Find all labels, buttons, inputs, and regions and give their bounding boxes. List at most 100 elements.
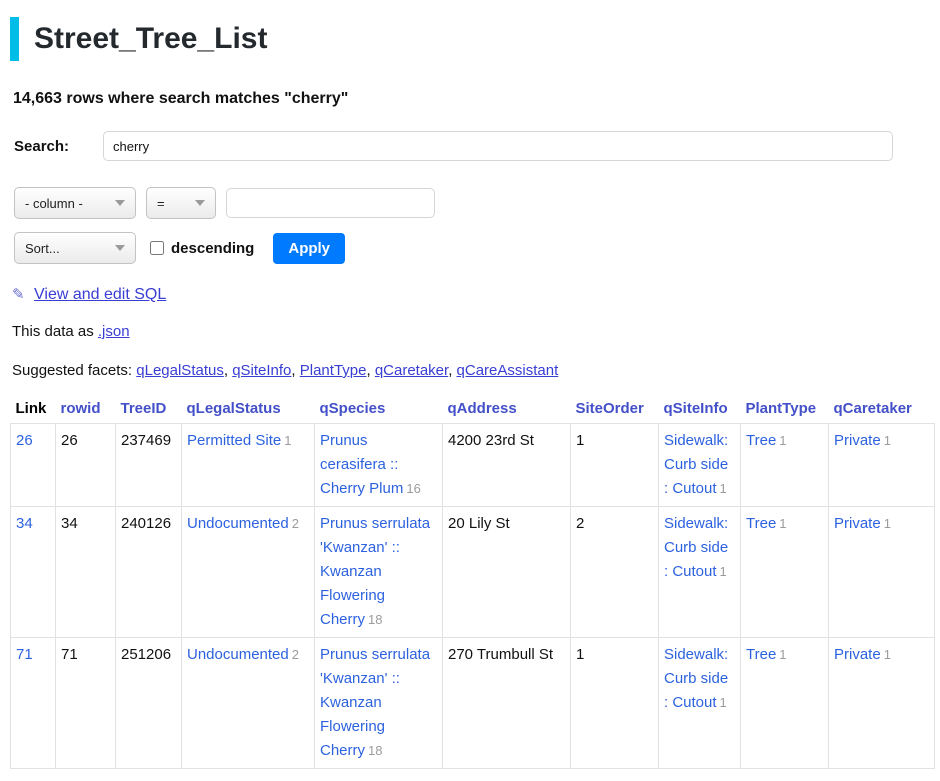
table-body: 26 26 237469 Permitted Site 1 Prunus cera…	[11, 424, 935, 769]
facet-link-qcareassistant[interactable]: qCareAssistant	[457, 362, 559, 379]
column-select-value: - column -	[25, 196, 83, 211]
chevron-down-icon	[195, 200, 205, 206]
table-row: 26 26 237469 Permitted Site 1 Prunus cera…	[11, 424, 935, 507]
cell-siteorder: 1	[571, 424, 659, 507]
row-link[interactable]: 71	[16, 646, 33, 663]
sort-select[interactable]: Sort...	[14, 232, 136, 264]
sort-select-value: Sort...	[25, 241, 60, 256]
facet-link-qcaretaker[interactable]: qCaretaker	[375, 362, 448, 379]
qsiteinfo-link[interactable]: Sidewalk: Curb side : Cutout	[664, 515, 728, 580]
view-edit-sql-link[interactable]: View and edit SQL	[34, 286, 166, 303]
qspecies-link[interactable]: Prunus cerasifera :: Cherry Plum	[320, 432, 403, 497]
json-link[interactable]: .json	[98, 323, 130, 340]
cell-link: 26	[11, 424, 56, 507]
apply-button[interactable]: Apply	[273, 233, 345, 264]
facet-link-qsiteinfo[interactable]: qSiteInfo	[232, 362, 291, 379]
cell-qlegalstatus: Undocumented2	[182, 507, 315, 638]
row-count-summary: 14,663 rows where search matches "cherry…	[13, 90, 930, 108]
facet-count: 1	[720, 564, 727, 579]
operator-select-value: =	[157, 196, 165, 211]
table-row: 34 34 240126 Undocumented2 Prunus serrul…	[11, 507, 935, 638]
sort-qsiteinfo-link[interactable]: qSiteInfo	[664, 400, 728, 417]
page: Street_Tree_List 14,663 rows where searc…	[0, 17, 940, 769]
sort-planttype-link[interactable]: PlantType	[746, 400, 817, 417]
column-header-siteorder: SiteOrder	[571, 396, 659, 424]
cell-treeid: 237469	[116, 424, 182, 507]
column-header-qsiteinfo: qSiteInfo	[659, 396, 741, 424]
cell-qaddress: 270 Trumbull St	[443, 638, 571, 769]
sort-rowid-link[interactable]: rowid	[61, 400, 101, 417]
facet-count: 2	[292, 647, 299, 662]
cell-rowid: 71	[56, 638, 116, 769]
chevron-down-icon	[115, 245, 125, 251]
column-header-qspecies: qSpecies	[315, 396, 443, 424]
table-row: 71 71 251206 Undocumented2 Prunus serrul…	[11, 638, 935, 769]
qlegalstatus-link[interactable]: Undocumented	[187, 515, 289, 532]
qcaretaker-link[interactable]: Private	[834, 432, 881, 449]
qsiteinfo-link[interactable]: Sidewalk: Curb side : Cutout	[664, 646, 728, 711]
cell-qlegalstatus: Undocumented2	[182, 638, 315, 769]
column-select[interactable]: - column -	[14, 187, 136, 219]
facet-link-planttype[interactable]: PlantType	[300, 362, 367, 379]
descending-checkbox[interactable]	[150, 241, 164, 255]
column-header-link: Link	[11, 396, 56, 424]
qcaretaker-link[interactable]: Private	[834, 646, 881, 663]
facet-count: 18	[368, 612, 382, 627]
column-header-qcaretaker: qCaretaker	[829, 396, 935, 424]
column-header-planttype: PlantType	[741, 396, 829, 424]
descending-label: descending	[171, 240, 254, 257]
facet-count: 2	[292, 516, 299, 531]
sort-treeid-link[interactable]: TreeID	[121, 400, 167, 417]
cell-qcaretaker: Private1	[829, 424, 935, 507]
row-link[interactable]: 34	[16, 515, 33, 532]
cell-qaddress: 20 Lily St	[443, 507, 571, 638]
row-link[interactable]: 26	[16, 432, 33, 449]
qlegalstatus-link[interactable]: Permitted Site	[187, 432, 281, 449]
facet-count: 1	[720, 481, 727, 496]
facet-count: 1	[884, 516, 891, 531]
facet-item: qCaretaker	[375, 362, 457, 379]
cell-planttype: Tree1	[741, 507, 829, 638]
planttype-link[interactable]: Tree	[746, 646, 776, 663]
sort-qlegalstatus-link[interactable]: qLegalStatus	[187, 400, 281, 417]
suggested-facets-row: Suggested facets: qLegalStatus qSiteInfo…	[12, 362, 930, 379]
cell-qspecies: Prunus serrulata 'Kwanzan' :: Kwanzan Fl…	[315, 507, 443, 638]
sort-qaddress-link[interactable]: qAddress	[448, 400, 517, 417]
cell-link: 71	[11, 638, 56, 769]
sort-row: Sort... descending Apply	[10, 232, 930, 264]
facet-count: 1	[779, 647, 786, 662]
column-header-rowid: rowid	[56, 396, 116, 424]
facet-count: 16	[406, 481, 420, 496]
sql-row: ✎ View and edit SQL	[12, 285, 930, 304]
cell-qcaretaker: Private1	[829, 638, 935, 769]
cell-siteorder: 1	[571, 638, 659, 769]
planttype-link[interactable]: Tree	[746, 432, 776, 449]
cell-rowid: 26	[56, 424, 116, 507]
chevron-down-icon	[115, 200, 125, 206]
facet-count: 1	[779, 516, 786, 531]
qsiteinfo-link[interactable]: Sidewalk: Curb side : Cutout	[664, 432, 728, 497]
operator-select[interactable]: =	[146, 187, 216, 219]
cell-planttype: Tree1	[741, 424, 829, 507]
facet-link-qlegalstatus[interactable]: qLegalStatus	[136, 362, 224, 379]
facet-count: 1	[779, 433, 786, 448]
sort-qspecies-link[interactable]: qSpecies	[320, 400, 386, 417]
pencil-icon: ✎	[12, 285, 25, 303]
qcaretaker-link[interactable]: Private	[834, 515, 881, 532]
cell-treeid: 240126	[116, 507, 182, 638]
facet-count: 18	[368, 743, 382, 758]
facet-count: 1	[720, 695, 727, 710]
facet-count: 1	[884, 647, 891, 662]
sort-qcaretaker-link[interactable]: qCaretaker	[834, 400, 912, 417]
qlegalstatus-link[interactable]: Undocumented	[187, 646, 289, 663]
filter-value-input[interactable]	[226, 188, 435, 218]
facets-label: Suggested facets:	[12, 362, 132, 379]
sort-siteorder-link[interactable]: SiteOrder	[576, 400, 644, 417]
accent-bar	[10, 17, 19, 61]
cell-qspecies: Prunus cerasifera :: Cherry Plum16	[315, 424, 443, 507]
search-input[interactable]	[103, 131, 893, 161]
cell-siteorder: 2	[571, 507, 659, 638]
results-table: Link rowid TreeID qLegalStatus qSpecies …	[10, 396, 935, 769]
planttype-link[interactable]: Tree	[746, 515, 776, 532]
cell-qsiteinfo: Sidewalk: Curb side : Cutout1	[659, 638, 741, 769]
